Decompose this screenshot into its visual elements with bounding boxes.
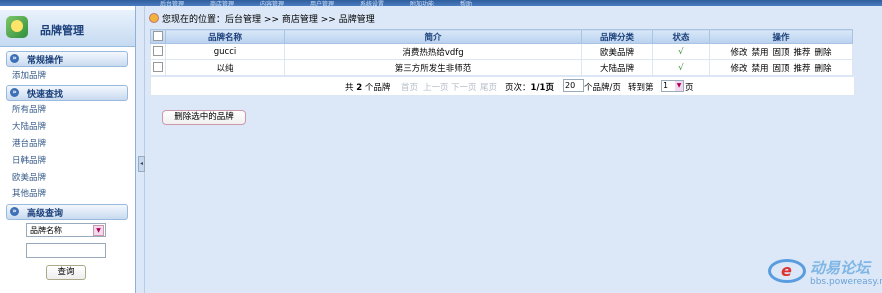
col-intro: 简介 [284, 29, 582, 44]
pin-link[interactable]: 固顶 [772, 64, 789, 74]
top-nav-item[interactable]: 附加功能 [410, 0, 434, 8]
brand-name: gucci [165, 43, 285, 60]
table-row: gucci 消费热热给vdfg 欧美品牌 √ 修改 禁用 固顶 推荐 删除 [150, 43, 853, 60]
watermark-logo: e 动易论坛 bbs.powereasy.net [768, 255, 882, 291]
top-nav-item[interactable]: 用户管理 [310, 0, 334, 8]
pin-link[interactable]: 固顶 [772, 48, 789, 58]
row-checkbox[interactable] [153, 46, 163, 57]
sidebar-item-hk-tw-brands[interactable]: 港台品牌 [12, 137, 46, 149]
section-regular-ops[interactable]: » 常规操作 [6, 51, 128, 67]
brand-intro: 消费热热给vdfg [284, 43, 582, 60]
sidebar-header: 品牌管理 [0, 10, 135, 47]
goto-suffix: 页 [685, 83, 694, 93]
last-page-link[interactable]: 尾页 [480, 81, 497, 93]
brand-table: 品牌名称 简介 品牌分类 状态 操作 gucci 消费热热给vdfg 欧美品牌 … [150, 29, 853, 76]
col-category: 品牌分类 [581, 29, 653, 44]
breadcrumb-item[interactable]: 商店管理 [282, 15, 318, 25]
goto-label: 转到第 [628, 83, 654, 93]
chevron-icon: » [10, 207, 19, 216]
col-status: 状态 [652, 29, 710, 44]
delete-link[interactable]: 删除 [815, 48, 832, 58]
delete-link[interactable]: 删除 [815, 64, 832, 74]
brand-icon [6, 16, 28, 38]
brand-intro: 第三方所发生非师范 [284, 59, 582, 76]
breadcrumb: 您现在的位置：后台管理 >> 商店管理 >> 品牌管理 [149, 12, 375, 25]
row-actions: 修改 禁用 固顶 推荐 删除 [709, 59, 853, 76]
recommend-link[interactable]: 推荐 [794, 48, 811, 58]
next-page-link[interactable]: 下一页 [451, 81, 477, 93]
edit-link[interactable]: 修改 [730, 64, 747, 74]
col-actions: 操作 [709, 29, 853, 44]
sidebar-item-western-brands[interactable]: 欧美品牌 [12, 171, 46, 183]
status-check-icon: √ [652, 43, 710, 60]
breadcrumb-item: 品牌管理 [338, 15, 375, 25]
brand-name: 以纯 [165, 59, 285, 76]
search-keyword-input[interactable] [26, 243, 106, 258]
total-count: 共 2 个品牌 [345, 83, 391, 93]
sidebar-splitter[interactable]: ◂ [137, 6, 145, 293]
disable-link[interactable]: 禁用 [751, 48, 768, 58]
home-icon [149, 13, 159, 23]
per-page-input[interactable]: 20 [563, 79, 584, 92]
status-check-icon: √ [652, 59, 710, 76]
top-nav-item[interactable]: 后台管理 [160, 0, 184, 8]
sidebar-item-add-brand[interactable]: 添加品牌 [12, 69, 46, 81]
section-quick-find[interactable]: » 快速查找 [6, 85, 128, 101]
sidebar-item-all-brands[interactable]: 所有品牌 [12, 103, 46, 115]
page-indicator: 页次：1/1页 [505, 83, 554, 93]
row-checkbox[interactable] [153, 62, 163, 73]
prev-page-link[interactable]: 上一页 [423, 81, 449, 93]
sidebar-item-jp-kr-brands[interactable]: 日韩品牌 [12, 154, 46, 166]
table-header-row: 品牌名称 简介 品牌分类 状态 操作 [150, 29, 853, 44]
brand-category: 欧美品牌 [581, 43, 653, 60]
top-nav-item[interactable]: 内容管理 [260, 0, 284, 8]
select-all-checkbox[interactable] [153, 31, 163, 42]
brand-category: 大陆品牌 [581, 59, 653, 76]
sidebar-item-other-brands[interactable]: 其他品牌 [12, 187, 46, 199]
top-nav-item[interactable]: 商店管理 [210, 0, 234, 8]
chevron-icon: » [10, 88, 19, 97]
collapse-arrow-icon[interactable]: ◂ [138, 156, 145, 172]
row-actions: 修改 禁用 固顶 推荐 删除 [709, 43, 853, 60]
chevron-down-icon: ▼ [675, 81, 683, 91]
first-page-link[interactable]: 首页 [401, 81, 418, 93]
chevron-down-icon: ▼ [93, 225, 104, 236]
table-row: 以纯 第三方所发生非师范 大陆品牌 √ 修改 禁用 固顶 推荐 删除 [150, 59, 853, 76]
select-all-cell [150, 29, 166, 44]
search-field-select[interactable]: 品牌名称 ▼ [26, 223, 106, 237]
edit-link[interactable]: 修改 [730, 48, 747, 58]
delete-selected-button[interactable]: 删除选中的品牌 [162, 110, 246, 125]
top-nav-item[interactable]: 系统设置 [360, 0, 384, 8]
recommend-link[interactable]: 推荐 [794, 64, 811, 74]
top-nav-item[interactable]: 帮助 [460, 0, 472, 8]
sidebar-item-mainland-brands[interactable]: 大陆品牌 [12, 120, 46, 132]
col-brand-name: 品牌名称 [165, 29, 285, 44]
disable-link[interactable]: 禁用 [751, 64, 768, 74]
pagination-bar: 共 2 个品牌 首页 上一页 下一页 尾页 页次：1/1页 20 个品牌/页 转… [150, 77, 855, 96]
search-button[interactable]: 查询 [46, 265, 86, 280]
chevron-icon: » [10, 54, 19, 63]
section-advanced-search[interactable]: » 高级查询 [6, 204, 128, 220]
sidebar-title: 品牌管理 [40, 24, 84, 37]
breadcrumb-item[interactable]: 后台管理 [225, 15, 261, 25]
goto-page-select[interactable]: 1 ▼ [661, 80, 684, 92]
per-page-label: 个品牌/页 [584, 83, 621, 93]
